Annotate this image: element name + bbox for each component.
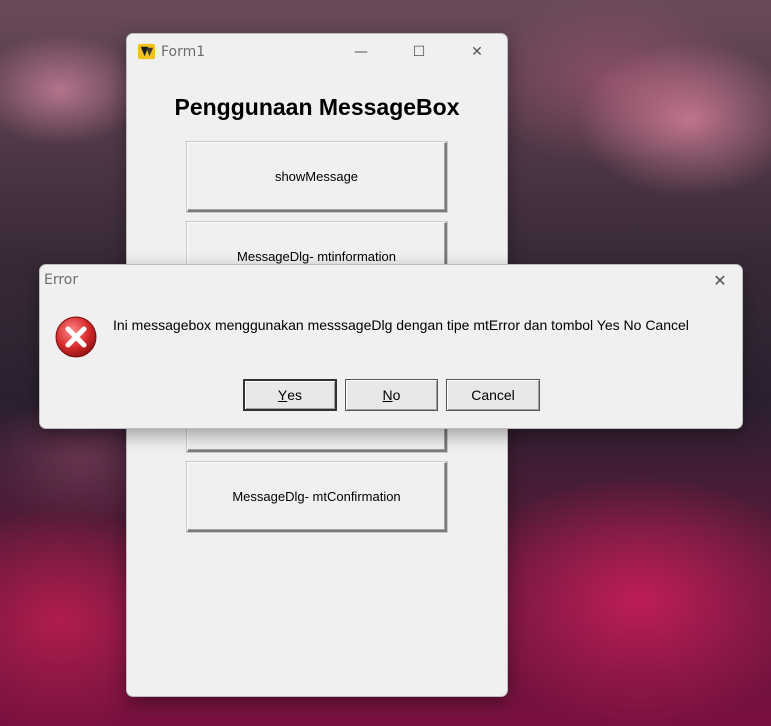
- cancel-button[interactable]: Cancel: [446, 379, 540, 411]
- error-icon: [55, 316, 97, 358]
- delphi-app-icon: [137, 43, 156, 60]
- dialog-message: Ini messagebox menggunakan messsageDlg d…: [113, 317, 689, 333]
- no-accelerator: N: [382, 387, 393, 403]
- no-label-rest: o: [392, 387, 401, 403]
- form1-titlebar[interactable]: Form1 — ☐ ✕: [127, 34, 507, 70]
- dialog-title: Error: [44, 272, 79, 288]
- yes-accelerator: Y: [277, 387, 288, 403]
- minimize-icon[interactable]: —: [341, 40, 381, 64]
- dialog-close-icon[interactable]: ✕: [704, 269, 736, 293]
- yes-label-rest: es: [287, 387, 303, 403]
- messagedlg-confirmation-button[interactable]: MessageDlg- mtConfirmation: [187, 462, 447, 532]
- close-icon[interactable]: ✕: [457, 40, 497, 64]
- maximize-icon[interactable]: ☐: [399, 40, 439, 64]
- form1-title: Form1: [161, 44, 206, 60]
- no-button[interactable]: No: [345, 379, 438, 411]
- yes-button[interactable]: Yes: [243, 379, 337, 411]
- error-dialog: Error ✕ Ini messagebox menggunakan messs…: [39, 264, 743, 429]
- page-heading: Penggunaan MessageBox: [174, 94, 460, 120]
- show-message-button[interactable]: showMessage: [187, 142, 447, 212]
- dialog-titlebar[interactable]: Error ✕: [40, 265, 742, 295]
